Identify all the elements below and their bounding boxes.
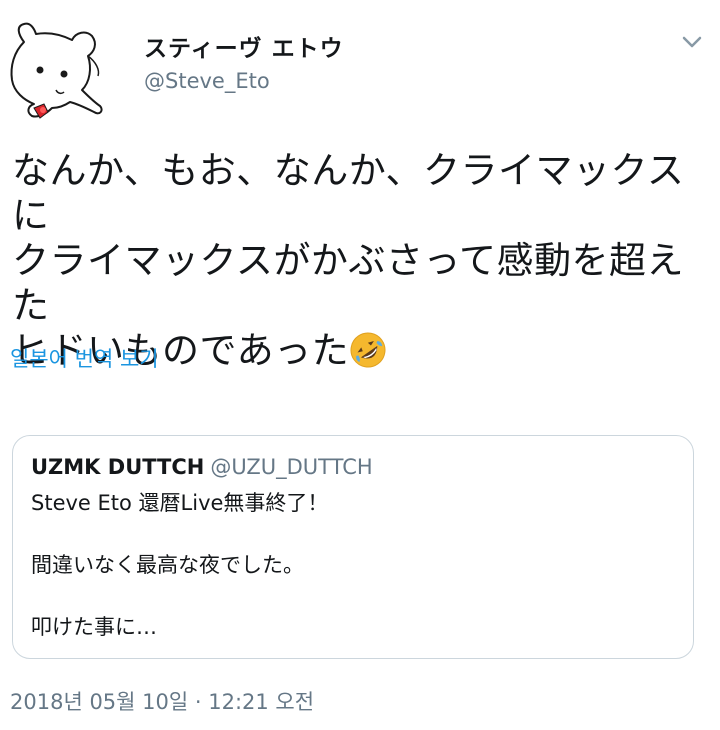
- rolling-on-floor-laughing-emoji-icon: [349, 331, 387, 369]
- tweet-container: スティーヴ エトウ @Steve_Eto なんか、もお、なんか、クライマックスに…: [0, 0, 720, 730]
- quoted-tweet-line: 叩けた事に…: [31, 615, 157, 639]
- chevron-down-icon[interactable]: [678, 28, 706, 56]
- tweet-text: なんか、もお、なんか、クライマックスに クライマックスがかぶさって感動を超えた …: [12, 148, 712, 373]
- quoted-author-handle: @UZU_DUTTCH: [210, 455, 373, 479]
- avatar[interactable]: [4, 12, 122, 130]
- quoted-tweet-line: Steve Eto 還暦Live無事終了！: [31, 491, 329, 515]
- quoted-tweet-card[interactable]: UZMK DUTTCH @UZU_DUTTCH Steve Eto 還暦Live無…: [12, 435, 694, 659]
- author-display-name[interactable]: スティーヴ エトウ: [144, 34, 344, 64]
- quoted-tweet-line: 間違いなく最高な夜でした。: [31, 553, 304, 577]
- tweet-timestamp[interactable]: 2018년 05월 10일 · 12:21 오전: [10, 688, 314, 716]
- dog-avatar-drawing: [10, 22, 103, 119]
- translate-tweet-link[interactable]: 일본어 번역 보기: [10, 343, 159, 373]
- quoted-author-name: UZMK DUTTCH: [31, 455, 205, 479]
- author-info[interactable]: スティーヴ エトウ @Steve_Eto: [144, 34, 344, 96]
- author-handle[interactable]: @Steve_Eto: [144, 66, 344, 96]
- quoted-tweet-header: UZMK DUTTCH @UZU_DUTTCH: [31, 453, 373, 481]
